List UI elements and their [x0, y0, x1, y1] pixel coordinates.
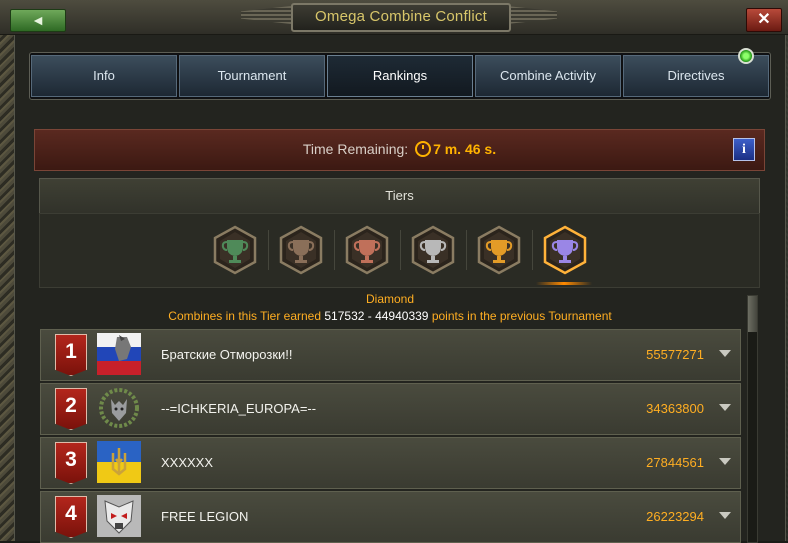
tier-divider: [334, 230, 335, 270]
copper-trophy-icon[interactable]: [344, 225, 390, 275]
russian-flag-emblem-icon: [97, 333, 141, 375]
tab-combine-activity[interactable]: Combine Activity: [475, 55, 621, 97]
window-title: Omega Combine Conflict: [291, 3, 511, 32]
chevron-down-icon[interactable]: [719, 458, 731, 465]
tier-divider: [466, 230, 467, 270]
tier-points-range: 517532 - 44940339: [324, 309, 429, 323]
combine-name: --=ICHKERIA_EUROPA=--: [161, 401, 317, 416]
tier-description: Combines in this Tier earned 517532 - 44…: [40, 309, 740, 323]
combine-points: 34363800: [646, 401, 704, 416]
tab-info[interactable]: Info: [31, 55, 177, 97]
combine-points: 26223294: [646, 509, 704, 524]
rank-badge: 2: [55, 388, 87, 430]
tier-divider: [268, 230, 269, 270]
ranking-row[interactable]: 4 FREE LEGION 26223294: [40, 491, 741, 543]
combine-name: FREE LEGION: [161, 509, 249, 524]
time-remaining-value: 7 m. 46 s.: [433, 141, 497, 157]
rank-badge: 1: [55, 334, 87, 376]
chevron-down-icon[interactable]: [719, 512, 731, 519]
selected-tier-name: Diamond: [365, 292, 415, 306]
scrollbar-thumb[interactable]: [748, 296, 757, 332]
skull-emblem-icon: [97, 495, 141, 537]
rankings-scrollbar[interactable]: [747, 295, 758, 543]
bronze-trophy-icon[interactable]: [278, 225, 324, 275]
silver-trophy-icon[interactable]: [410, 225, 456, 275]
chevron-down-icon[interactable]: [719, 350, 731, 357]
tab-bar: Info Tournament Rankings Combine Activit…: [29, 52, 771, 100]
rank-badge: 4: [55, 496, 87, 538]
selected-tier-indicator: [536, 282, 592, 285]
time-remaining-label: Time Remaining:: [302, 141, 409, 157]
online-status-icon: [738, 48, 754, 64]
green-trophy-icon[interactable]: [212, 225, 258, 275]
tiers-header: Tiers: [39, 178, 760, 214]
tab-tournament[interactable]: Tournament: [179, 55, 325, 97]
wolf-laurel-emblem-icon: [97, 387, 141, 429]
chevron-down-icon[interactable]: [719, 404, 731, 411]
tier-desc-suffix: points in the previous Tournament: [431, 309, 612, 323]
combine-points: 55577271: [646, 347, 704, 362]
back-button[interactable]: ◄: [10, 9, 66, 32]
info-button[interactable]: i: [733, 138, 755, 161]
time-remaining-bar: Time Remaining: 7 m. 46 s.: [34, 129, 765, 171]
gold-trophy-icon[interactable]: [476, 225, 522, 275]
combine-name: XXXXXX: [161, 455, 214, 470]
camo-border: [0, 0, 14, 541]
ranking-row[interactable]: 1 Братские Отморозки!! 55577271: [40, 329, 741, 381]
tier-divider: [532, 230, 533, 270]
tab-rankings[interactable]: Rankings: [327, 55, 473, 97]
tier-divider: [400, 230, 401, 270]
ranking-row[interactable]: 3 XXXXXX 27844561: [40, 437, 741, 489]
tier-desc-prefix: Combines in this Tier earned: [168, 309, 322, 323]
combine-points: 27844561: [646, 455, 704, 470]
close-button[interactable]: ✕: [746, 8, 782, 32]
ranking-row[interactable]: 2 --=ICHKERIA_EUROPA=-- 34363800: [40, 383, 741, 435]
clock-icon: [415, 141, 432, 157]
ukraine-trident-emblem-icon: [97, 441, 141, 483]
tiers-row: [39, 213, 760, 288]
diamond-trophy-icon[interactable]: [542, 225, 588, 275]
rank-badge: 3: [55, 442, 87, 484]
combine-name: Братские Отморозки!!: [161, 347, 293, 362]
